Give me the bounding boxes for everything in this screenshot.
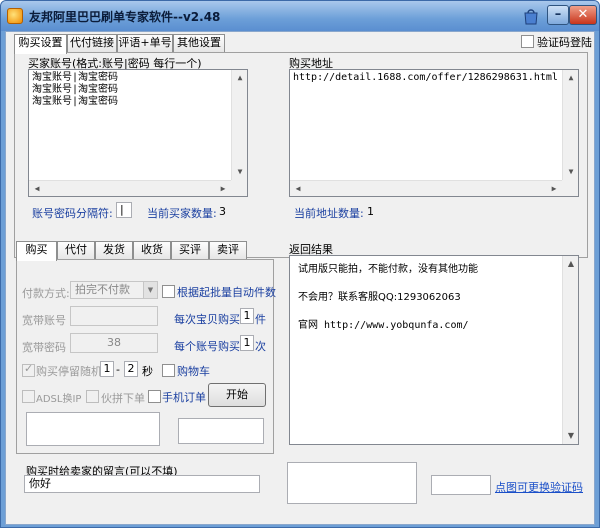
random-stay-min-input[interactable]: 1 [100,361,114,377]
message-input[interactable]: 你好 [24,475,260,493]
shopping-bag-icon[interactable] [521,6,541,26]
tab-buy[interactable]: 购买 [16,241,57,261]
adsl-checkbox[interactable] [22,390,35,403]
broadband-password-label: 宽带密码 [22,341,66,354]
scroll-down-icon[interactable]: ▼ [563,164,578,180]
tab-other-settings[interactable]: 其他设置 [173,34,225,52]
verify-login-label: 验证码登陆 [537,36,592,49]
start-button[interactable]: 开始 [208,383,266,407]
buyer-count-value: 3 [219,205,226,218]
tab-pay-on-behalf[interactable]: 代付 [57,241,95,259]
scrollbar-corner [562,180,578,196]
adsl-label: ADSL换IP [36,394,82,405]
purchase-url-textarea[interactable]: http://detail.1688.com/offer/1286298631.… [289,69,579,197]
captcha-image[interactable] [287,462,417,504]
per-item-label: 每次宝贝购买 [174,313,240,326]
batch-auto-checkbox[interactable] [162,285,175,298]
chevron-down-icon[interactable]: ▼ [143,282,157,298]
random-range-dash: - [116,363,120,376]
url-count-value: 1 [367,205,374,218]
broadband-account-label: 宽带账号 [22,314,66,327]
close-icon: ✕ [577,7,589,22]
per-item-unit: 件 [255,313,266,326]
random-stay-label: 购买停留随机 [36,365,102,378]
random-stay-unit: 秒 [142,365,153,378]
per-account-label: 每个账号购买 [174,340,240,353]
scroll-up-icon[interactable]: ▲ [563,70,578,86]
per-account-unit: 次 [255,340,266,353]
broadband-password-input[interactable]: 38 [70,333,158,353]
separator-label: 账号密码分隔符: [32,207,113,220]
scroll-down-icon[interactable]: ▼ [563,428,578,444]
fake-order-checkbox[interactable] [86,390,99,403]
main-client-area: 购买设置 代付链接 评语+单号 其他设置 验证码登陆 买家账号(格式:账号|密码… [5,31,595,525]
broadband-account-input[interactable] [70,306,158,326]
per-account-input[interactable]: 1 [240,335,254,351]
cart-label: 购物车 [177,365,210,378]
separator-input[interactable]: | [116,202,132,218]
tab-buyer-review[interactable]: 买评 [171,241,209,259]
fake-order-label: 伙拼下单 [101,392,145,405]
captcha-input[interactable] [431,475,491,495]
scroll-up-icon[interactable]: ▲ [563,256,578,272]
vertical-scrollbar[interactable]: ▲ ▼ [562,256,578,444]
scroll-left-icon[interactable]: ◀ [29,181,45,196]
tab-payment-links[interactable]: 代付链接 [67,34,117,52]
scrollbar-corner [231,180,247,196]
random-stay-checkbox[interactable] [22,362,35,377]
tab-seller-review[interactable]: 卖评 [209,241,247,259]
scroll-right-icon[interactable]: ▶ [546,181,562,196]
batch-auto-label: 根据起批量自动件数 [177,286,276,299]
buyer-count-label: 当前买家数量: [147,207,217,220]
url-count-label: 当前地址数量: [294,207,364,220]
refresh-captcha-link[interactable]: 点图可更换验证码 [495,479,583,495]
random-stay-max-input[interactable]: 2 [124,361,138,377]
tab-purchase-settings[interactable]: 购买设置 [14,34,67,54]
status-box-left [26,412,160,446]
mobile-order-checkbox[interactable] [148,390,161,403]
horizontal-scrollbar[interactable]: ◀ ▶ [290,180,562,196]
scroll-up-icon[interactable]: ▲ [232,70,247,86]
per-item-input[interactable]: 1 [240,308,254,324]
app-window: 友邦阿里巴巴刷单专家软件--v2.48 – ✕ 购买设置 代付链接 评语+单号 … [0,0,600,528]
payment-method-label: 付款方式: [22,287,70,300]
minimize-button[interactable]: – [547,5,569,25]
payment-method-select[interactable]: 拍完不付款 ▼ [70,281,158,299]
window-title: 友邦阿里巴巴刷单专家软件--v2.48 [29,10,221,24]
close-button[interactable]: ✕ [569,5,597,25]
cart-checkbox[interactable] [162,364,175,377]
mobile-order-label: 手机订单 [162,391,206,404]
scroll-right-icon[interactable]: ▶ [215,181,231,196]
horizontal-scrollbar[interactable]: ◀ ▶ [29,180,231,196]
scroll-left-icon[interactable]: ◀ [290,181,306,196]
tab-review-tracking[interactable]: 评语+单号 [117,34,173,52]
status-box-right [178,418,264,444]
result-textarea[interactable]: 试用版只能拍，不能付款，没有其他功能 不会用？联系客服QQ:1293062063… [289,255,579,445]
minimize-icon: – [554,7,562,22]
app-logo-icon [7,8,23,24]
vertical-scrollbar[interactable]: ▲ ▼ [562,70,578,180]
tab-ship[interactable]: 发货 [95,241,133,259]
tab-receive[interactable]: 收货 [133,241,171,259]
vertical-scrollbar[interactable]: ▲ ▼ [231,70,247,180]
verify-login-checkbox[interactable] [521,35,534,48]
title-bar[interactable]: 友邦阿里巴巴刷单专家软件--v2.48 – ✕ [1,1,599,31]
scroll-down-icon[interactable]: ▼ [232,164,247,180]
buyer-accounts-textarea[interactable]: 淘宝账号|淘宝密码 淘宝账号|淘宝密码 淘宝账号|淘宝密码 ▲ ▼ ◀ ▶ [28,69,248,197]
